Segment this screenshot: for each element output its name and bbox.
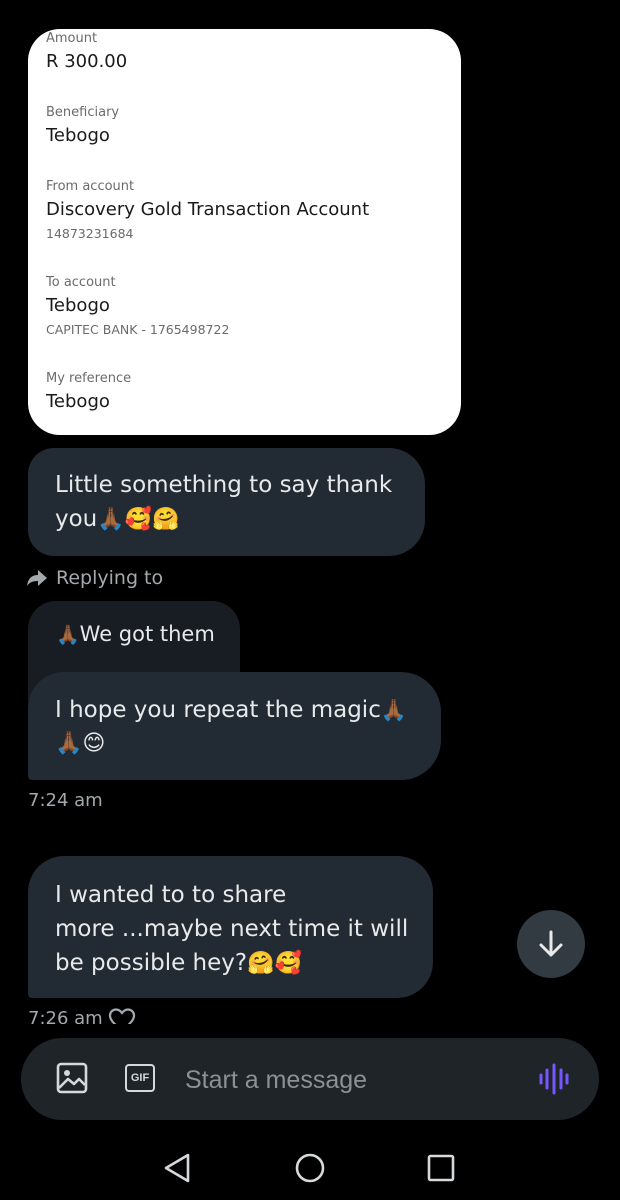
message-line: you🙏🏾🥰🤗 bbox=[55, 502, 405, 537]
to-account-value: Tebogo bbox=[46, 295, 110, 316]
emoji: 🙏🏾 bbox=[56, 624, 80, 646]
message-bubble-magic[interactable]: I hope you repeat the magic🙏🏾 🙏🏾😊 bbox=[28, 672, 441, 780]
message-text: be possible hey? bbox=[55, 950, 248, 976]
reference-label: My reference bbox=[46, 371, 132, 386]
arrow-down-icon bbox=[539, 930, 563, 957]
from-account-label: From account bbox=[46, 179, 135, 194]
circle-home-icon bbox=[295, 1153, 325, 1183]
message-composer: GIF bbox=[21, 1038, 599, 1120]
nav-recents-button[interactable] bbox=[421, 1148, 461, 1188]
beneficiary-label: Beneficiary bbox=[46, 105, 120, 120]
nav-back-button[interactable] bbox=[157, 1148, 197, 1188]
replying-to-indicator[interactable]: Replying to bbox=[26, 565, 163, 591]
reference-value: Tebogo bbox=[46, 391, 110, 412]
message-line: more ...maybe next time it will bbox=[55, 916, 409, 942]
reply-arrow-icon bbox=[27, 570, 47, 586]
message-bubble-thanks[interactable]: Little something to say thank you🙏🏾🥰🤗 bbox=[28, 448, 425, 556]
message-input[interactable] bbox=[183, 1060, 507, 1100]
from-account-number: 14873231684 bbox=[46, 226, 134, 241]
gif-icon[interactable]: GIF bbox=[125, 1064, 155, 1092]
voice-wave-icon[interactable] bbox=[537, 1062, 571, 1096]
quoted-text: We got them bbox=[79, 622, 215, 646]
gif-label: GIF bbox=[130, 1072, 150, 1084]
to-account-bank: CAPITEC BANK - 1765498722 bbox=[46, 322, 230, 337]
square-recents-icon bbox=[427, 1154, 455, 1182]
to-account-label: To account bbox=[46, 275, 116, 290]
message-timestamp: 7:24 am bbox=[28, 790, 103, 811]
from-account-value: Discovery Gold Transaction Account bbox=[46, 199, 370, 220]
replying-to-label: Replying to bbox=[56, 567, 164, 589]
image-icon[interactable] bbox=[56, 1062, 88, 1094]
message-line: be possible hey?🤗🥰 bbox=[55, 946, 421, 981]
emoji-group: 🙏🏾🥰🤗 bbox=[97, 507, 180, 532]
message-bubble-share[interactable]: I wanted to to share more ...maybe next … bbox=[28, 856, 433, 998]
message-line: I hope you repeat the magic🙏🏾 bbox=[55, 693, 429, 727]
message-line: I wanted to to share bbox=[55, 882, 287, 908]
message-text: you bbox=[55, 506, 98, 532]
nav-home-button[interactable] bbox=[290, 1148, 330, 1188]
payment-receipt-card[interactable]: Amount R 300.00 Beneficiary Tebogo From … bbox=[28, 29, 461, 435]
triangle-back-icon bbox=[164, 1153, 190, 1183]
emoji-group: 🤗🥰 bbox=[247, 951, 302, 976]
message-text: I hope you repeat the magic bbox=[55, 697, 381, 723]
scroll-to-bottom-button[interactable] bbox=[517, 910, 585, 978]
beneficiary-value: Tebogo bbox=[46, 125, 110, 146]
emoji-group: 🙏🏾😊 bbox=[55, 731, 106, 756]
message-line: Little something to say thank bbox=[55, 472, 393, 498]
chat-screen: Amount R 300.00 Beneficiary Tebogo From … bbox=[0, 0, 620, 1200]
amount-label: Amount bbox=[46, 31, 98, 46]
emoji: 🙏🏾 bbox=[380, 698, 407, 722]
amount-value: R 300.00 bbox=[46, 51, 128, 72]
